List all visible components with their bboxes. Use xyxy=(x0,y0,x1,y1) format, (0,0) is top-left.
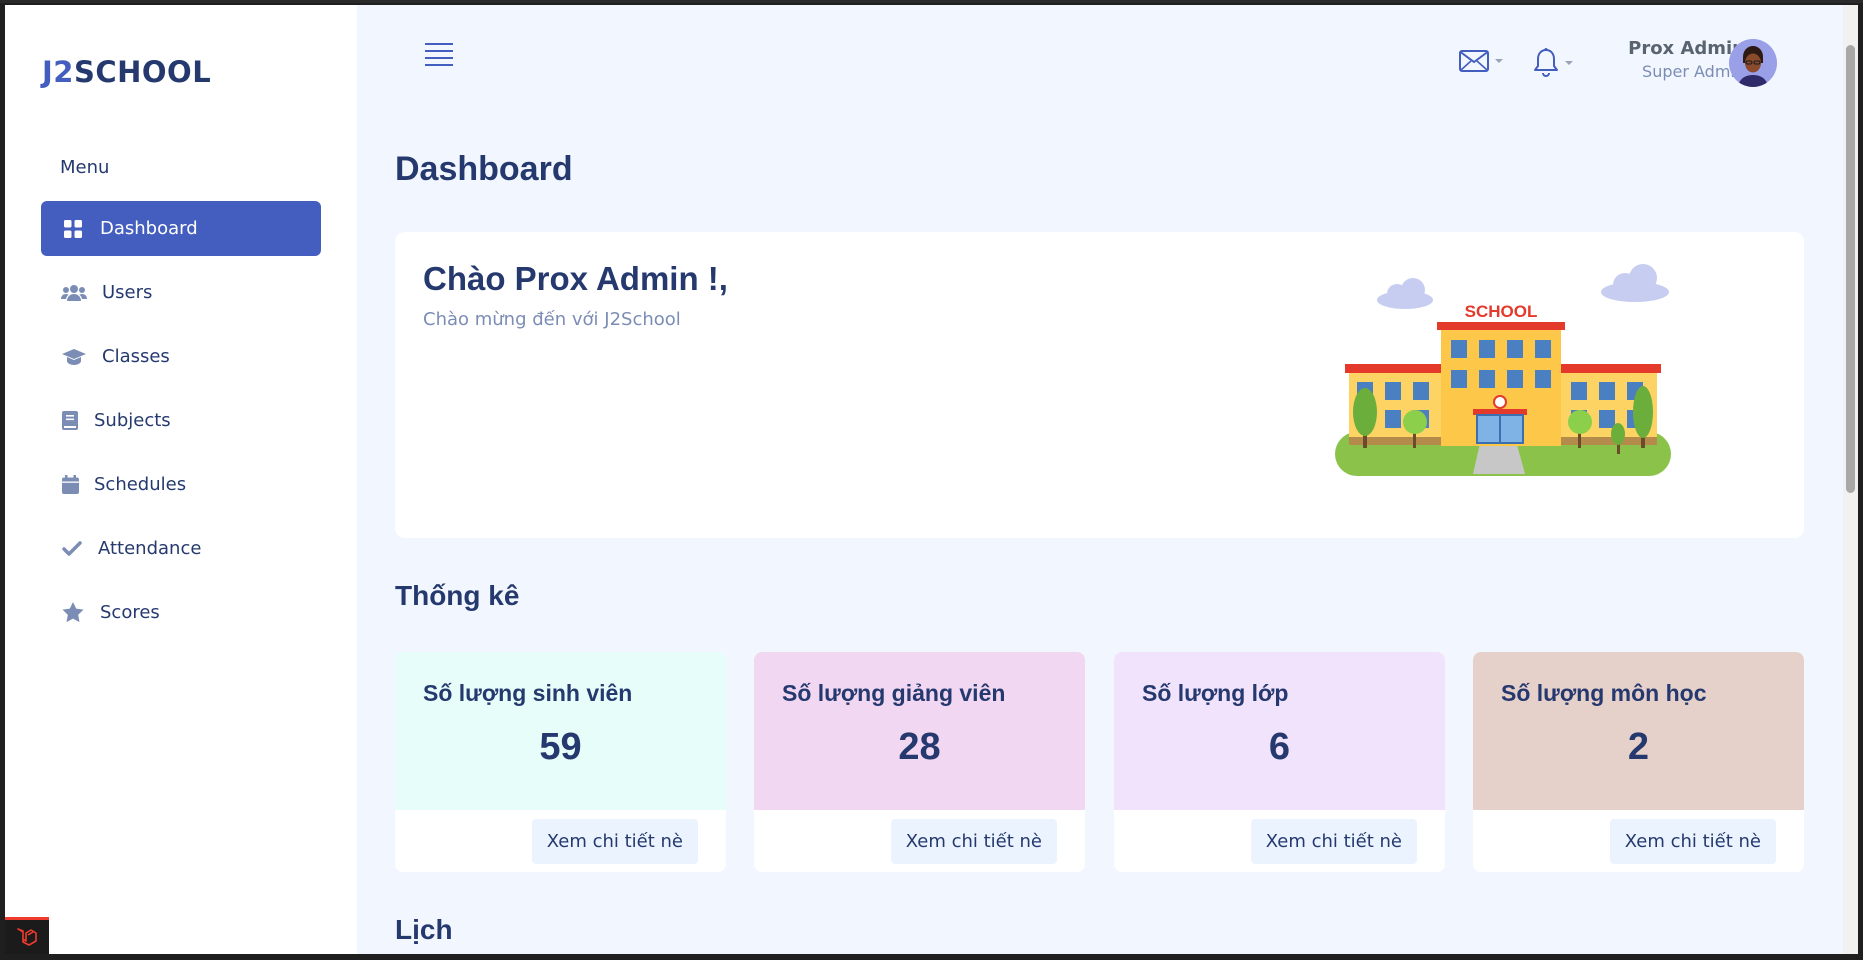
chevron-down-icon xyxy=(1495,59,1503,63)
stat-label: Số lượng môn học xyxy=(1501,680,1707,706)
stat-card-subjects: Số lượng môn học 2 Xem chi tiết nè xyxy=(1473,652,1804,872)
scrollbar-thumb[interactable] xyxy=(1846,45,1855,493)
calendar-icon xyxy=(61,473,79,497)
envelope-icon xyxy=(1459,50,1489,72)
welcome-greeting: Chào Prox Admin !, xyxy=(423,260,728,297)
avatar[interactable] xyxy=(1729,39,1777,87)
view-details-button[interactable]: Xem chi tiết nè xyxy=(531,819,698,864)
user-name[interactable]: Prox Admin xyxy=(1628,38,1745,59)
laravel-icon xyxy=(17,928,37,946)
sidebar: J2SCHOOL Menu Dashboard Users Classes Su… xyxy=(5,3,357,954)
sidebar-item-classes[interactable]: Classes xyxy=(41,329,321,384)
graduation-cap-icon xyxy=(61,345,87,369)
sidebar-item-label: Users xyxy=(102,282,153,303)
sidebar-item-scores[interactable]: Scores xyxy=(41,585,321,640)
mail-dropdown[interactable] xyxy=(1459,50,1503,72)
star-icon xyxy=(61,601,85,625)
grid-icon xyxy=(61,217,85,241)
page-title: Dashboard xyxy=(395,150,573,188)
stat-label: Số lượng sinh viên xyxy=(423,680,633,706)
stat-card-header: Số lượng sinh viên 59 xyxy=(395,652,726,810)
notification-dropdown[interactable] xyxy=(1533,48,1573,78)
view-details-button[interactable]: Xem chi tiết nè xyxy=(1250,819,1417,864)
school-illustration: SCHOOL xyxy=(1335,264,1671,476)
stat-value: 6 xyxy=(1268,726,1291,768)
sidebar-item-label: Classes xyxy=(102,346,170,367)
bell-icon xyxy=(1534,48,1558,78)
stat-card-header: Số lượng môn học 2 xyxy=(1473,652,1804,810)
users-icon xyxy=(61,281,87,305)
stat-value: 59 xyxy=(539,726,582,768)
debugbar-toggle[interactable] xyxy=(5,917,49,954)
stat-value: 28 xyxy=(898,726,941,768)
stat-card-students: Số lượng sinh viên 59 Xem chi tiết nè xyxy=(395,652,726,872)
welcome-subtitle: Chào mừng đến với J2School xyxy=(423,309,681,330)
stat-card-header: Số lượng giảng viên 28 xyxy=(754,652,1085,810)
sidebar-item-schedules[interactable]: Schedules xyxy=(41,457,321,512)
page-scrollbar[interactable] xyxy=(1843,3,1858,954)
sidebar-item-attendance[interactable]: Attendance xyxy=(41,521,321,576)
stat-card-classes: Số lượng lớp 6 Xem chi tiết nè xyxy=(1114,652,1445,872)
app-logo[interactable]: J2SCHOOL xyxy=(42,55,211,89)
chevron-down-icon xyxy=(1565,61,1573,65)
stat-card-header: Số lượng lớp 6 xyxy=(1114,652,1445,810)
sidebar-item-dashboard[interactable]: Dashboard xyxy=(41,201,321,256)
book-icon xyxy=(61,409,79,433)
menu-title: Menu xyxy=(60,157,110,178)
stat-label: Số lượng giảng viên xyxy=(782,680,1006,706)
welcome-card: Chào Prox Admin !, Chào mừng đến với J2S… xyxy=(395,232,1804,538)
sidebar-item-label: Scores xyxy=(100,602,160,623)
view-details-button[interactable]: Xem chi tiết nè xyxy=(890,819,1057,864)
sidebar-item-label: Subjects xyxy=(94,410,171,431)
stats-section-title: Thống kê xyxy=(395,580,520,611)
sidebar-item-label: Attendance xyxy=(98,538,202,559)
stat-value: 2 xyxy=(1627,726,1650,768)
sidebar-item-users[interactable]: Users xyxy=(41,265,321,320)
menu-toggle-icon[interactable] xyxy=(425,43,453,69)
calendar-section-title: Lịch xyxy=(395,914,453,945)
school-sign: SCHOOL xyxy=(1465,302,1538,321)
stat-label: Số lượng lớp xyxy=(1142,680,1289,706)
sidebar-item-subjects[interactable]: Subjects xyxy=(41,393,321,448)
sidebar-item-label: Dashboard xyxy=(100,218,198,239)
stat-card-teachers: Số lượng giảng viên 28 Xem chi tiết nè xyxy=(754,652,1085,872)
check-icon xyxy=(61,537,83,561)
view-details-button[interactable]: Xem chi tiết nè xyxy=(1609,819,1776,864)
sidebar-item-label: Schedules xyxy=(94,474,187,495)
